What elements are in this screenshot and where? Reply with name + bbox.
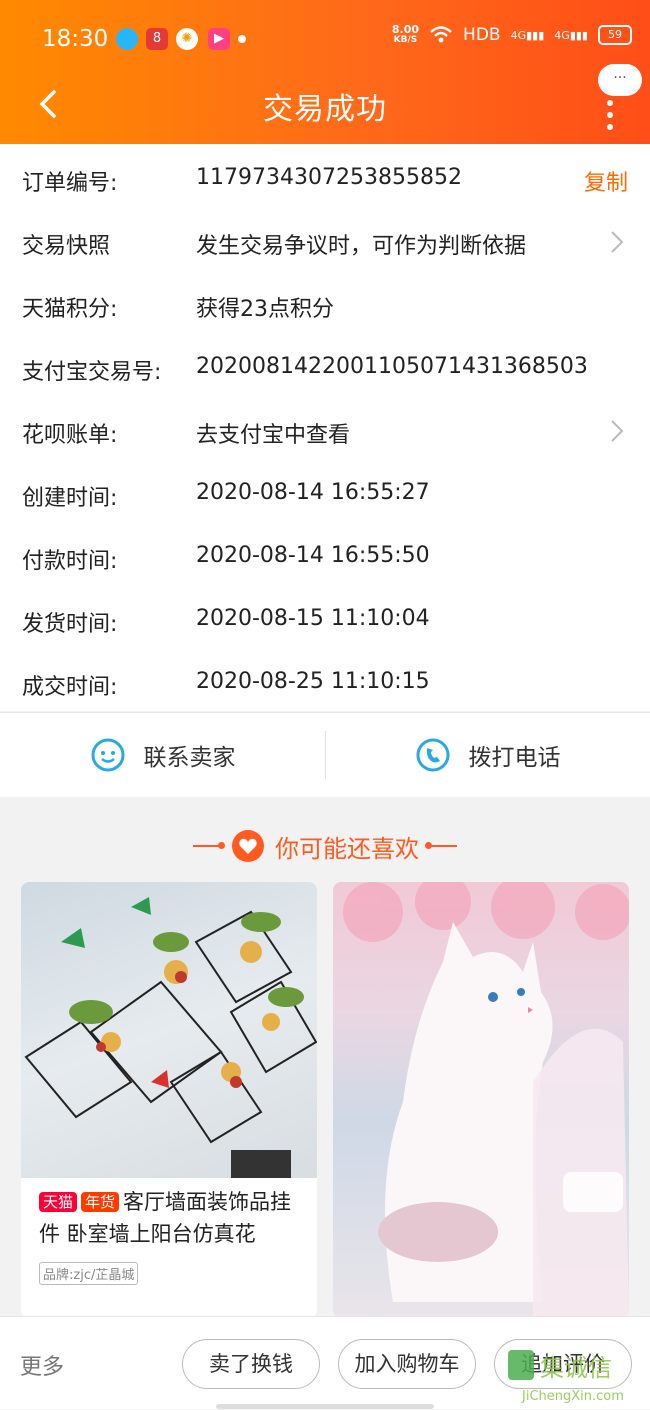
signal-icon: 4G▮▮▮ — [510, 28, 545, 42]
add-to-cart-button[interactable]: 加入购物车 — [338, 1339, 476, 1389]
product-name: 天猫 年货 客厅墙面装饰品挂件 卧室墙上阳台仿真花 — [21, 1178, 317, 1250]
dot-icon — [238, 35, 246, 43]
product-card[interactable]: 天猫 年货 客厅墙面装饰品挂件 卧室墙上阳台仿真花 品牌:zjc/芷晶城 — [21, 882, 317, 1318]
speed-unit: KB/S — [393, 35, 418, 45]
call-phone-label: 拨打电话 — [468, 745, 561, 771]
watermark-logo: 集诚信 JiChengXin.com — [502, 1346, 642, 1406]
chat-face-icon — [91, 738, 124, 772]
chevron-right-icon — [611, 231, 624, 253]
wall-decor-illustration — [24, 897, 317, 1178]
contact-seller-button[interactable]: 联系卖家 — [0, 713, 325, 797]
shipped-time-row: 发货时间: 2020-08-15 11:10:04 — [0, 588, 650, 651]
battery-icon: 59 — [598, 25, 632, 45]
weibo-icon: ✺ — [176, 28, 198, 50]
snapshot-row[interactable]: 交易快照 发生交易争议时，可作为判断依据 — [0, 210, 650, 273]
product-image — [333, 882, 629, 1318]
status-time: 18:30 — [42, 26, 109, 52]
row-label: 订单编号: — [22, 171, 118, 196]
contact-bar: 联系卖家 拨打电话 — [0, 712, 650, 797]
resell-button[interactable]: 卖了换钱 — [182, 1339, 320, 1389]
header: 18:30 8 ✺ ▶ 8.00 KB/S HDB 4G▮▮▮ 4G▮▮▮ 59… — [0, 0, 650, 144]
alipay-number-row: 支付宝交易号: 2020081422001105071431368503 — [0, 336, 650, 399]
row-value: 获得23点积分 — [196, 297, 334, 322]
row-value: 2020-08-14 16:55:27 — [196, 480, 430, 505]
paid-time-row: 付款时间: 2020-08-14 16:55:50 — [0, 525, 650, 588]
qq-icon — [116, 28, 138, 50]
row-label: 交易快照 — [22, 234, 111, 259]
new-year-tag: 年货 — [81, 1192, 120, 1212]
product-card[interactable] — [333, 882, 629, 1318]
status-right: 8.00 KB/S HDB 4G▮▮▮ 4G▮▮▮ 59 — [392, 24, 632, 46]
video-app-icon: ▶ — [208, 28, 230, 50]
huabei-row[interactable]: 花呗账单: 去支付宝中查看 — [0, 399, 650, 462]
brand-badge: 品牌:zjc/芷晶城 — [39, 1262, 139, 1285]
chevron-right-icon — [611, 420, 624, 442]
watermark-text: JiChengXin.com — [521, 1389, 624, 1404]
phone-icon — [416, 738, 449, 772]
row-value: 去支付宝中查看 — [196, 423, 351, 448]
contact-seller-label: 联系卖家 — [143, 745, 236, 771]
hd-label: HDB — [463, 25, 501, 45]
more-bubble[interactable]: ··· — [598, 64, 642, 96]
heart-icon — [232, 830, 264, 862]
title-dash-right — [425, 842, 457, 849]
row-value: 2020081422001105071431368503 — [196, 354, 588, 379]
row-label: 天猫积分: — [22, 297, 118, 322]
tmall-tag: 天猫 — [39, 1192, 78, 1212]
row-value: 2020-08-15 11:10:04 — [196, 606, 430, 631]
row-value: 2020-08-14 16:55:50 — [196, 543, 430, 568]
wifi-icon — [430, 26, 452, 43]
row-value: 2020-08-25 11:10:15 — [196, 669, 430, 694]
row-label: 发货时间: — [22, 612, 118, 637]
more-button[interactable]: 更多 — [20, 1349, 64, 1381]
row-value: 发生交易争议时，可作为判断依据 — [196, 234, 527, 259]
watermark-chars: 集诚信 — [540, 1354, 612, 1382]
network-speed: 8.00 KB/S — [392, 24, 419, 46]
row-label: 创建时间: — [22, 486, 118, 511]
speed-value: 8.00 — [391, 23, 420, 36]
points-row: 天猫积分: 获得23点积分 — [0, 273, 650, 336]
recommend-title-text: 你可能还喜欢 — [275, 834, 419, 863]
created-time-row: 创建时间: 2020-08-14 16:55:27 — [0, 462, 650, 525]
copy-button[interactable]: 复制 — [584, 165, 628, 197]
row-label: 支付宝交易号: — [22, 360, 162, 385]
signal-icon-2: 4G▮▮▮ — [554, 28, 588, 42]
deal-time-row: 成交时间: 2020-08-25 11:10:15 — [0, 651, 650, 714]
order-number-row: 订单编号: 1179734307253855852 复制 — [0, 147, 650, 210]
page-title: 交易成功 — [263, 92, 387, 127]
status-bar: 18:30 8 ✺ ▶ 8.00 KB/S HDB 4G▮▮▮ 4G▮▮▮ 59 — [0, 0, 650, 80]
product-image — [21, 882, 317, 1178]
row-label: 成交时间: — [22, 675, 118, 700]
more-menu-icon[interactable] — [606, 100, 614, 130]
home-indicator — [216, 1404, 434, 1409]
call-phone-button[interactable]: 拨打电话 — [325, 713, 650, 797]
title-dash-left — [193, 842, 225, 849]
order-info: 订单编号: 1179734307253855852 复制 交易快照 发生交易争议… — [0, 144, 650, 711]
nav-bar: 交易成功 ··· — [0, 64, 650, 144]
app-icon: 8 — [146, 28, 168, 50]
recommend-title: 你可能还喜欢 — [0, 826, 650, 866]
row-label: 花呗账单: — [22, 423, 118, 448]
order-number: 1179734307253855852 — [196, 165, 462, 190]
cat-mural-illustration — [343, 882, 629, 1318]
row-label: 付款时间: — [22, 549, 118, 574]
